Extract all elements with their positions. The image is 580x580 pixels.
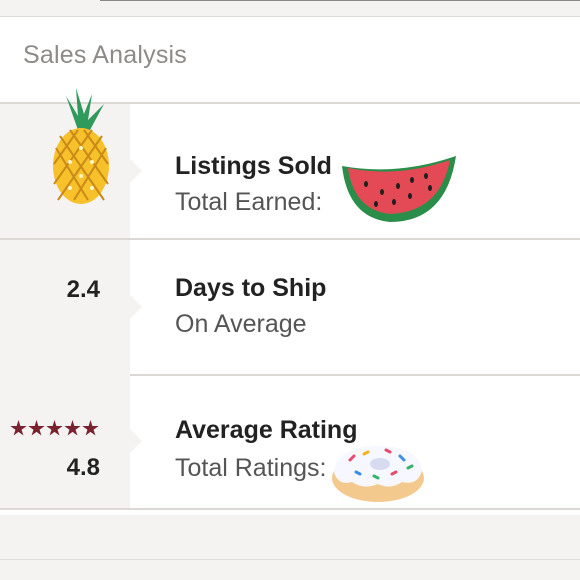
top-divider [100, 0, 580, 1]
stat-row-average-rating[interactable]: 4.8 Average Rating Total Ratings: [0, 374, 580, 510]
donut-sticker [332, 446, 424, 502]
rating-stars [10, 420, 99, 437]
star-icon [64, 420, 81, 436]
star-icon [10, 420, 27, 436]
top-strip [0, 0, 580, 17]
row-left-panel [0, 240, 130, 374]
average-rating-value: 4.8 [66, 454, 100, 481]
days-to-ship-value: 2.4 [66, 276, 100, 303]
row-pointer [130, 295, 142, 319]
star-icon [28, 420, 45, 436]
pineapple-sticker [53, 88, 109, 204]
star-icon [46, 420, 63, 436]
row-title: Listings Sold [175, 152, 332, 180]
stat-row-listings-sold[interactable]: Listings Sold Total Earned: [0, 88, 580, 240]
row-subtitle: Total Ratings: [175, 454, 327, 482]
row-pointer [130, 429, 142, 453]
footer-gap [0, 515, 580, 560]
row-subtitle: Total Earned: [175, 188, 323, 216]
stat-row-days-to-ship[interactable]: 2.4 Days to Ship On Average [0, 240, 580, 376]
row-title: Days to Ship [175, 274, 327, 302]
row-left-panel [0, 374, 130, 508]
card-title: Sales Analysis [23, 41, 187, 69]
row-pointer [130, 159, 142, 183]
row-title: Average Rating [175, 416, 358, 444]
sales-analysis-card: Sales Analysis Listings Sold Total Earne… [0, 17, 580, 515]
star-icon [82, 420, 99, 436]
row-subtitle: On Average [175, 310, 307, 338]
watermelon-sticker [342, 156, 456, 222]
